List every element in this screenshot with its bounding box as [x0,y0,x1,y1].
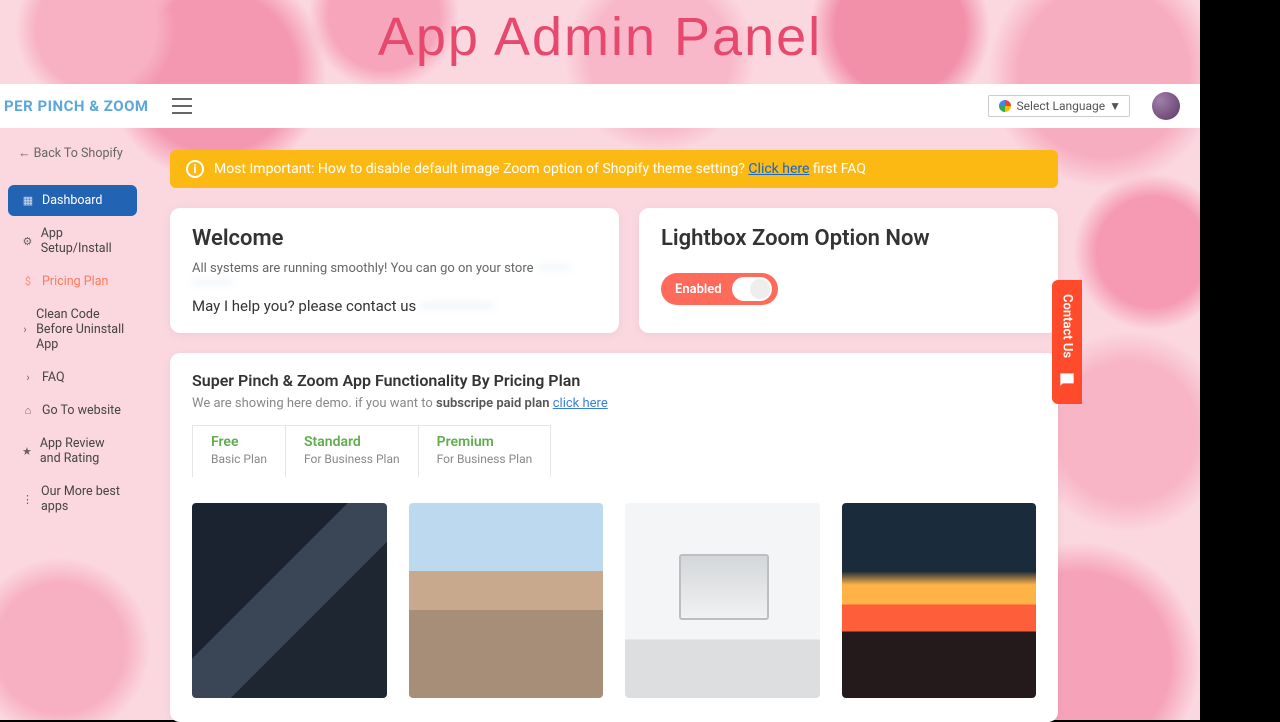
sidebar-item-label: Go To website [42,403,121,418]
alert-text: Most Important: How to disable default i… [214,161,745,177]
sidebar-item-more-apps[interactable]: ⋮ Our More best apps [8,476,137,522]
alert-suffix: first FAQ [813,161,866,177]
toggle-knob [750,279,770,299]
pricing-icon: $ [22,275,34,288]
subscribe-link[interactable]: click here [553,396,608,411]
sidebar-item-label: Dashboard [42,193,102,208]
sidebar-item-label: Pricing Plan [42,274,108,289]
tab-name: Premium [437,434,533,450]
dashboard-icon: ▦ [22,194,34,207]
sidebar-item-faq[interactable]: › FAQ [8,362,137,393]
functionality-card: Super Pinch & Zoom App Functionality By … [170,353,1058,722]
lightbox-toggle[interactable]: Enabled [661,273,778,305]
clean-icon: › [22,323,28,336]
func-desc: We are showing here demo. if you want to [192,396,436,411]
back-to-shopify[interactable]: ← Back To Shopify [0,128,145,183]
toggle-label: Enabled [675,282,722,297]
brand-logo: PER PINCH & ZOOM [0,84,149,128]
sidebar-item-label: App Setup/Install [41,226,127,256]
star-icon: ★ [22,445,32,458]
sidebar-item-review[interactable]: ★ App Review and Rating [8,428,137,474]
setup-icon: ⚙ [22,235,33,248]
page-title: App Admin Panel [0,6,1200,68]
avatar[interactable] [1152,92,1180,120]
sidebar-item-clean-code[interactable]: › Clean Code Before Uninstall App [8,299,137,360]
sidebar-item-label: App Review and Rating [40,436,127,466]
gallery-image[interactable] [192,503,387,698]
welcome-card: Welcome All systems are running smoothly… [170,208,619,333]
toggle-track [732,277,772,301]
welcome-title: Welcome [192,226,597,251]
menu-toggle-icon[interactable] [172,98,192,114]
tab-name: Standard [304,434,400,450]
sidebar-item-pricing[interactable]: $ Pricing Plan [8,266,137,297]
sidebar-item-setup[interactable]: ⚙ App Setup/Install [8,218,137,264]
tab-free[interactable]: Free Basic Plan [192,425,286,477]
gallery-image[interactable] [842,503,1037,698]
google-icon [997,98,1013,114]
main-content: i Most Important: How to disable default… [170,150,1058,722]
contact-us-tab[interactable]: Contact Us [1052,280,1082,404]
lightbox-title: Lightbox Zoom Option Now [661,226,1036,251]
welcome-help: May I help you? please contact us [192,297,416,315]
chevron-down-icon: ▼ [1109,99,1121,113]
contact-email-blurred: ··················· [420,297,494,315]
language-label: Select Language [1017,99,1106,113]
chat-icon [1057,370,1077,390]
welcome-sub: All systems are running smoothly! You ca… [192,261,534,276]
faq-icon: › [22,371,34,384]
tab-sub: Basic Plan [211,452,267,466]
tab-premium[interactable]: Premium For Business Plan [419,425,552,477]
sidebar-item-label: FAQ [42,370,65,385]
important-alert: i Most Important: How to disable default… [170,150,1058,188]
sidebar-item-dashboard[interactable]: ▦ Dashboard [8,185,137,216]
gallery-image[interactable] [409,503,604,698]
alert-link[interactable]: Click here [748,161,809,177]
contact-label: Contact Us [1060,294,1075,358]
language-select[interactable]: Select Language ▼ [988,95,1130,117]
tab-sub: For Business Plan [304,452,400,466]
tab-name: Free [211,434,267,450]
apps-icon: ⋮ [22,493,33,506]
func-title: Super Pinch & Zoom App Functionality By … [192,371,1036,390]
sidebar: ← Back To Shopify ▦ Dashboard ⚙ App Setu… [0,128,145,720]
sidebar-item-label: Clean Code Before Uninstall App [36,307,127,352]
tab-standard[interactable]: Standard For Business Plan [286,425,419,477]
sidebar-item-website[interactable]: ⌂ Go To website [8,395,137,426]
back-label: Back To Shopify [34,146,123,161]
sidebar-item-label: Our More best apps [41,484,127,514]
func-desc-bold: subscripe paid plan [436,396,549,411]
tab-sub: For Business Plan [437,452,533,466]
website-icon: ⌂ [22,404,34,417]
info-icon: i [186,160,204,178]
plan-tabs: Free Basic Plan Standard For Business Pl… [192,425,1036,477]
demo-gallery [192,503,1036,698]
top-bar: PER PINCH & ZOOM Select Language ▼ [0,84,1200,128]
gallery-image[interactable] [625,503,820,698]
lightbox-card: Lightbox Zoom Option Now Enabled [639,208,1058,333]
